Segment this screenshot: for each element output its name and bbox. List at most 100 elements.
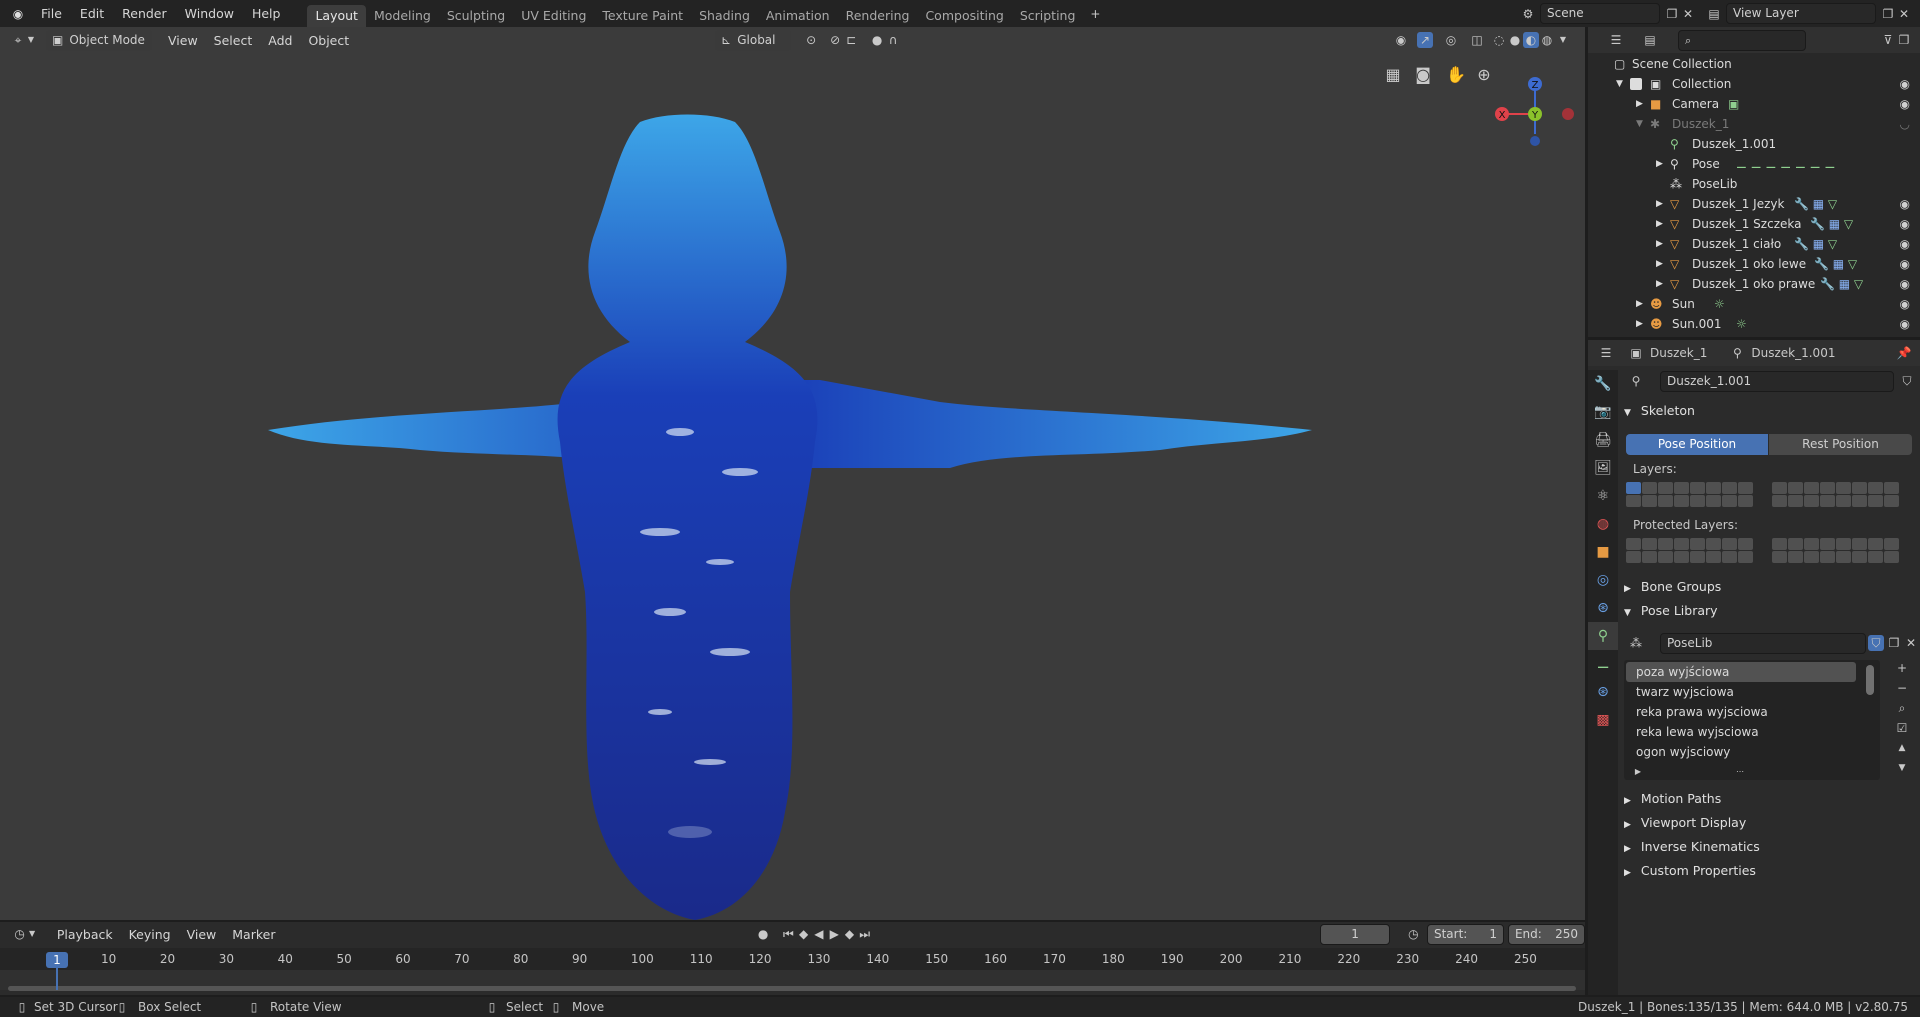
tool-tab-icon[interactable]: 🔧 bbox=[1588, 370, 1618, 398]
outliner-row-collection[interactable]: ▼ ▣ Collection ◉ bbox=[1588, 74, 1920, 94]
scene-new-icon[interactable]: ❐ bbox=[1664, 6, 1680, 22]
outliner-row-scene-collection[interactable]: ▢ Scene Collection bbox=[1588, 54, 1920, 74]
eye-icon[interactable]: ◉ bbox=[1900, 254, 1910, 274]
play-reverse-icon[interactable]: ◀ bbox=[811, 926, 826, 942]
view-layer-tab-icon[interactable]: 🖼 bbox=[1588, 454, 1618, 482]
viewport-menu-select[interactable]: Select bbox=[206, 33, 261, 48]
pose-library-panel-header[interactable]: ▼ Pose Library bbox=[1624, 600, 1914, 622]
fake-user-shield-icon[interactable]: ⛉ bbox=[1899, 373, 1915, 389]
viewport-display-panel-header[interactable]: ▶ Viewport Display bbox=[1624, 812, 1914, 834]
gizmo-toggle-icon[interactable]: ↗ bbox=[1417, 32, 1433, 48]
expand-arrow-icon[interactable]: ▶ bbox=[1656, 194, 1663, 214]
armature-datablock-icon[interactable]: ⚲ bbox=[1628, 373, 1644, 389]
motion-paths-panel-header[interactable]: ▶ Motion Paths bbox=[1624, 788, 1914, 810]
pan-hand-icon[interactable]: ✋ bbox=[1446, 67, 1466, 83]
add-workspace-icon[interactable]: + bbox=[1087, 6, 1103, 22]
eye-icon[interactable]: ◉ bbox=[1900, 94, 1910, 114]
eye-icon[interactable]: ◉ bbox=[1900, 74, 1910, 94]
tab-scripting[interactable]: Scripting bbox=[1012, 5, 1084, 27]
outliner-row-cialo[interactable]: ▶ ▽ Duszek_1 ciało 🔧 ▦ ▽ ◉ bbox=[1588, 234, 1920, 254]
filter-icon[interactable]: ⊽ bbox=[1880, 32, 1896, 48]
snap-icon[interactable]: ⊘ bbox=[827, 32, 843, 48]
armature-data-tab-icon[interactable]: ⚲ bbox=[1588, 622, 1618, 650]
playhead[interactable]: 1 bbox=[46, 952, 68, 968]
preview-range-icon[interactable]: ◷ bbox=[1406, 926, 1421, 942]
bone-tab-icon[interactable]: ⚊ bbox=[1588, 650, 1618, 678]
poselib-datablock-icon[interactable]: ⁂ bbox=[1628, 635, 1644, 651]
expand-arrow-icon[interactable]: ▶ bbox=[1656, 214, 1663, 234]
outliner-row-sun001[interactable]: ▶ ☻ Sun.001 ☼ ◉ bbox=[1588, 314, 1920, 334]
menu-help[interactable]: Help bbox=[243, 0, 290, 27]
rest-position-button[interactable]: Rest Position bbox=[1769, 434, 1912, 455]
scene-tab-icon[interactable]: ⚛ bbox=[1588, 482, 1618, 510]
move-up-icon[interactable]: ▲ bbox=[1894, 740, 1910, 756]
viewport-menu-add[interactable]: Add bbox=[260, 33, 300, 48]
expand-arrow-icon[interactable]: ▼ bbox=[1616, 74, 1623, 94]
outliner-row-duszek1[interactable]: ▼ ✱ Duszek_1 ◡ bbox=[1588, 114, 1920, 134]
timeline-menu-view[interactable]: View bbox=[179, 927, 225, 942]
tab-layout[interactable]: Layout bbox=[307, 4, 366, 27]
view-layer-delete-icon[interactable]: ✕ bbox=[1896, 6, 1912, 22]
eye-icon[interactable]: ◉ bbox=[1900, 314, 1910, 334]
ghost-model[interactable] bbox=[260, 112, 1320, 932]
camera-view-icon[interactable]: ◙ bbox=[1415, 67, 1431, 83]
custom-properties-panel-header[interactable]: ▶ Custom Properties bbox=[1624, 860, 1914, 882]
chevron-down-icon[interactable]: ▼ bbox=[26, 32, 36, 48]
eye-icon[interactable]: ◉ bbox=[1900, 234, 1910, 254]
shield-icon[interactable]: ⛉ bbox=[1868, 635, 1884, 651]
outliner-row-poselib[interactable]: ⁂ PoseLib bbox=[1588, 174, 1920, 194]
display-mode-icon[interactable]: ▤ bbox=[1642, 32, 1658, 48]
poselib-name-field[interactable]: PoseLib bbox=[1660, 633, 1866, 654]
layers-grid-left[interactable] bbox=[1626, 482, 1753, 507]
add-pose-icon[interactable]: + bbox=[1894, 660, 1910, 676]
pose-list-item-0[interactable]: poza wyjściowa bbox=[1626, 662, 1856, 682]
object-tab-icon[interactable]: ■ bbox=[1588, 538, 1618, 566]
axis-gizmo[interactable]: Z X Y bbox=[1488, 59, 1578, 149]
visibility-icon[interactable]: ◉ bbox=[1393, 32, 1409, 48]
eye-icon[interactable]: ◉ bbox=[1900, 274, 1910, 294]
checkbox-icon[interactable] bbox=[1630, 78, 1642, 90]
scene-icon[interactable]: ⚙ bbox=[1520, 6, 1536, 22]
menu-edit[interactable]: Edit bbox=[71, 0, 113, 27]
outliner-row-pose[interactable]: ▶ ⚲ Pose ⚊⚊⚊⚊⚊⚊⚊ bbox=[1588, 154, 1920, 174]
timeline-menu-playback[interactable]: Playback bbox=[49, 927, 121, 942]
outliner-row-camera[interactable]: ▶ ■ Camera ▣ ◉ bbox=[1588, 94, 1920, 114]
blender-logo-icon[interactable]: ◉ bbox=[10, 6, 26, 22]
expand-arrow-icon[interactable]: ▼ bbox=[1636, 114, 1643, 134]
tab-shading[interactable]: Shading bbox=[691, 5, 758, 27]
pose-position-button[interactable]: Pose Position bbox=[1626, 434, 1768, 455]
menu-window[interactable]: Window bbox=[176, 0, 243, 27]
eye-icon[interactable]: ◉ bbox=[1900, 294, 1910, 314]
bone-constraints-tab-icon[interactable]: ⊛ bbox=[1588, 678, 1618, 706]
outliner-search-input[interactable]: ⌕ bbox=[1678, 29, 1806, 51]
outliner-row-oko-prawe[interactable]: ▶ ▽ Duszek_1 oko prawe 🔧 ▦ ▽ ◉ bbox=[1588, 274, 1920, 294]
viewport-menu-object[interactable]: Object bbox=[300, 33, 357, 48]
expand-arrow-icon[interactable]: ▶ bbox=[1636, 94, 1643, 114]
record-icon[interactable]: ● bbox=[755, 926, 770, 942]
browse-pose-icon[interactable]: ⌕ bbox=[1894, 700, 1910, 716]
tab-modeling[interactable]: Modeling bbox=[366, 5, 439, 27]
menu-render[interactable]: Render bbox=[113, 0, 176, 27]
jump-prev-keyframe-icon[interactable]: ◆ bbox=[796, 926, 811, 942]
pose-list-item-2[interactable]: reka prawa wyjsciowa bbox=[1626, 702, 1856, 722]
outliner-row-sun[interactable]: ▶ ☻ Sun ☼ ◉ bbox=[1588, 294, 1920, 314]
tab-compositing[interactable]: Compositing bbox=[917, 5, 1011, 27]
menu-file[interactable]: File bbox=[32, 0, 71, 27]
world-tab-icon[interactable]: ◍ bbox=[1588, 510, 1618, 538]
timeline-scrollbar[interactable] bbox=[8, 986, 1576, 991]
proportional-edit-icon[interactable]: ● bbox=[869, 32, 885, 48]
armature-name-field[interactable]: Duszek_1.001 bbox=[1660, 371, 1894, 392]
tab-texture-paint[interactable]: Texture Paint bbox=[594, 5, 691, 27]
shading-wireframe-icon[interactable]: ◌ bbox=[1491, 32, 1507, 48]
layers-grid-right[interactable] bbox=[1772, 482, 1899, 507]
move-down-icon[interactable]: ▼ bbox=[1894, 760, 1910, 776]
expand-arrow-icon[interactable]: ▶ bbox=[1656, 254, 1663, 274]
hidden-eye-icon[interactable]: ◡ bbox=[1900, 114, 1910, 134]
outliner-row-szczeka[interactable]: ▶ ▽ Duszek_1 Szczeka 🔧 ▦ ▽ ◉ bbox=[1588, 214, 1920, 234]
remove-pose-icon[interactable]: − bbox=[1894, 680, 1910, 696]
scene-field[interactable]: Scene bbox=[1540, 3, 1660, 24]
timeline-editor-type-icon[interactable]: ◷ bbox=[12, 926, 27, 942]
editor-type-icon[interactable]: ⌖ bbox=[10, 32, 26, 48]
current-frame-field[interactable]: 1 bbox=[1320, 923, 1390, 945]
timeline-menu-keying[interactable]: Keying bbox=[121, 927, 179, 942]
